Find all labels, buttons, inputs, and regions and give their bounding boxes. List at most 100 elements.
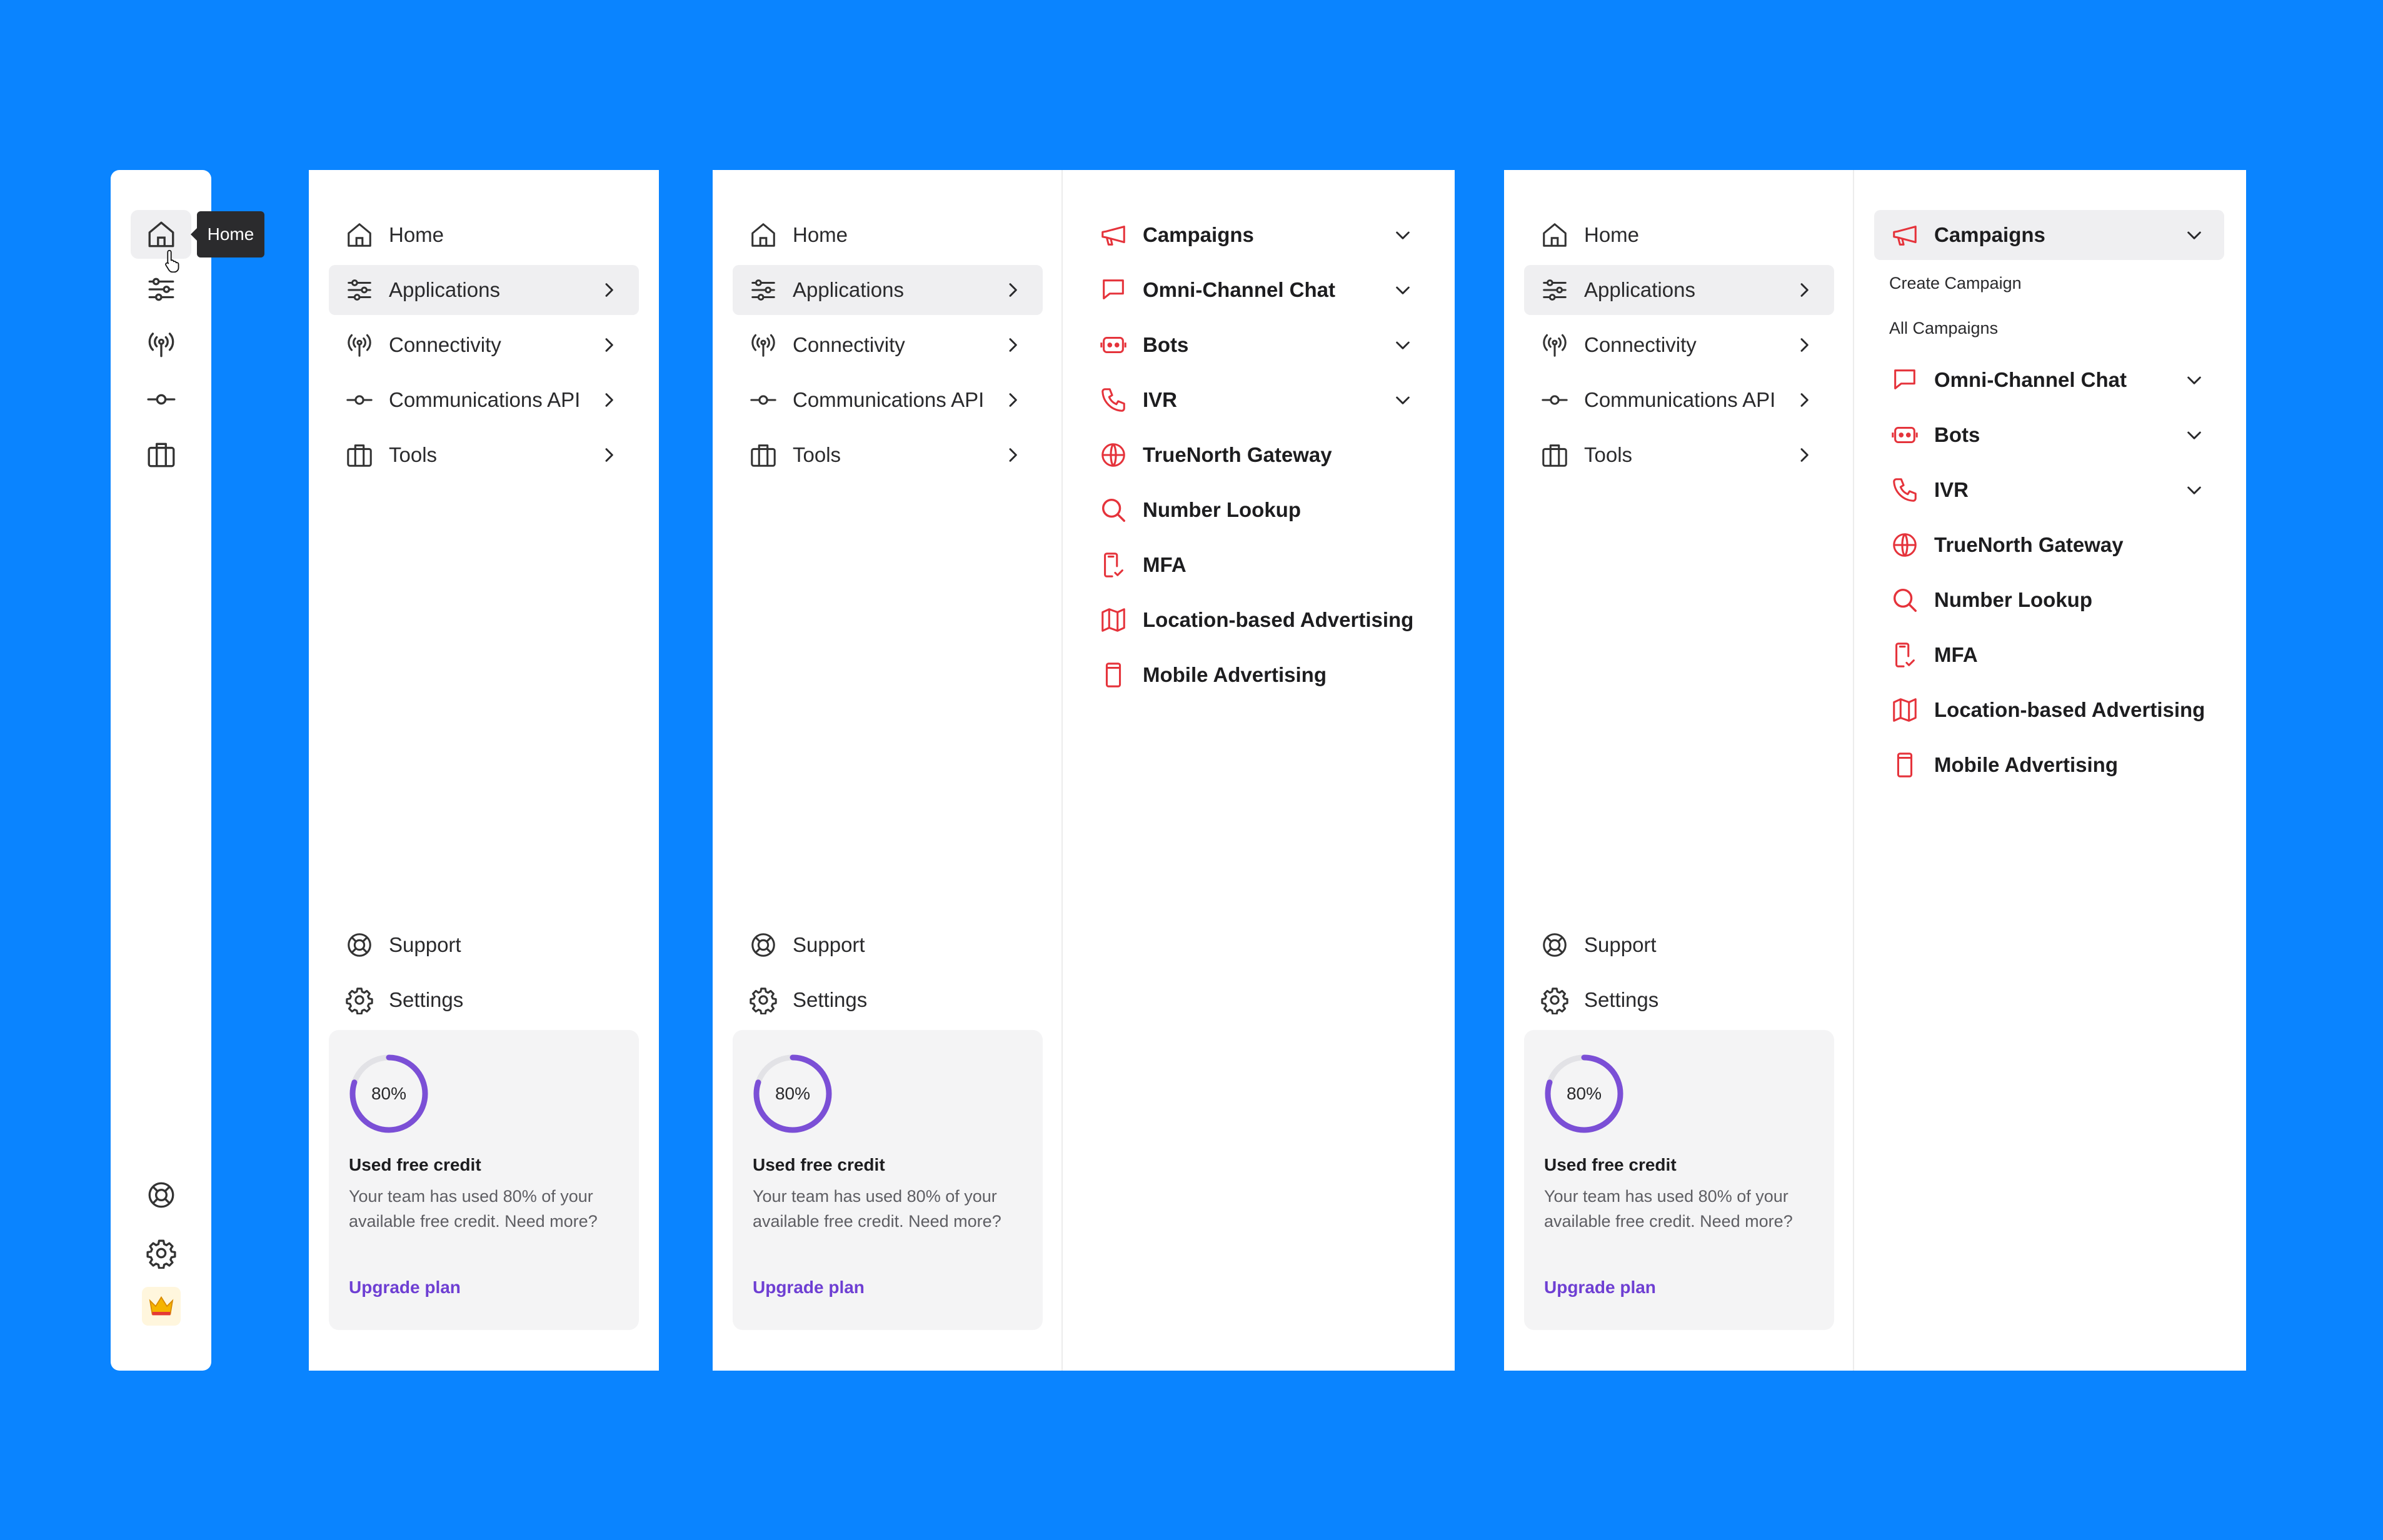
submenu-item-number-lookup[interactable]: Number Lookup [1083, 485, 1433, 535]
bot-icon [1099, 331, 1128, 359]
nav-item-applications[interactable]: Applications [329, 265, 639, 315]
chevron-right-icon [599, 280, 619, 300]
submenu-item-mfa[interactable]: MFA [1874, 630, 2224, 680]
commit-icon [1540, 386, 1569, 414]
nav-item-home[interactable]: Home [733, 210, 1043, 260]
submenu-item-campaigns[interactable]: Campaigns [1874, 210, 2224, 260]
credit-title: Used free credit [349, 1155, 481, 1174]
nav-item-tools[interactable]: Tools [733, 430, 1043, 480]
chevron-down-icon [1393, 280, 1413, 300]
chevron-right-icon [599, 335, 619, 355]
rail-communications-api-button[interactable] [131, 375, 191, 424]
credit-description: Your team has used 80% of your available… [1544, 1187, 1793, 1231]
globe-icon [1890, 531, 1919, 559]
nav-item-communications-api[interactable]: Communications API [329, 375, 639, 425]
home-icon [1540, 221, 1569, 249]
nav-item-communications-api[interactable]: Communications API [1524, 375, 1834, 425]
antenna-icon [749, 331, 778, 359]
submenu-item-omni-channel-chat[interactable]: Omni-Channel Chat [1083, 265, 1433, 315]
gear-icon [1540, 986, 1569, 1014]
briefcase-icon [345, 441, 374, 469]
mobile-icon [1099, 661, 1128, 689]
nav-item-tools[interactable]: Tools [329, 430, 639, 480]
credit-title: Used free credit [1544, 1155, 1677, 1174]
mobile-check-icon [1890, 641, 1919, 669]
nav-item-support[interactable]: Support [733, 920, 1043, 970]
lifebuoy-icon [1540, 931, 1569, 959]
nav-item-applications[interactable]: Applications [1524, 265, 1834, 315]
commit-icon [146, 384, 177, 415]
submenu-item-mobile-advertising[interactable]: Mobile Advertising [1874, 740, 2224, 790]
chevron-right-icon [1794, 335, 1814, 355]
credit-description: Your team has used 80% of your available… [349, 1187, 598, 1231]
rail-settings-button[interactable] [131, 1229, 191, 1278]
chevron-down-icon [2184, 370, 2204, 390]
submenu-item-mfa[interactable]: MFA [1083, 540, 1433, 590]
chevron-right-icon [599, 390, 619, 410]
upgrade-crown-button[interactable] [142, 1287, 181, 1326]
gear-icon [146, 1238, 177, 1269]
credit-title: Used free credit [753, 1155, 885, 1174]
free-credit-card: 80% Used free credit Your team has used … [1524, 1030, 1834, 1330]
campaigns-link-all-campaigns[interactable]: All Campaigns [1889, 319, 1998, 338]
submenu-item-omni-channel-chat[interactable]: Omni-Channel Chat [1874, 355, 2224, 405]
lifebuoy-icon [146, 1179, 177, 1211]
upgrade-plan-link[interactable]: Upgrade plan [753, 1278, 865, 1298]
nav-item-connectivity[interactable]: Connectivity [329, 320, 639, 370]
applications-submenu: Campaigns Create Campaign All Campaigns … [1854, 170, 2246, 1371]
nav-item-support[interactable]: Support [1524, 920, 1834, 970]
submenu-item-truenorth-gateway[interactable]: TrueNorth Gateway [1874, 520, 2224, 570]
submenu-item-location-based-advertising[interactable]: Location-based Advertising [1874, 685, 2224, 735]
rail-support-button[interactable] [131, 1171, 191, 1219]
submenu-item-ivr[interactable]: IVR [1874, 465, 2224, 515]
gear-icon [345, 986, 374, 1014]
nav-item-settings[interactable]: Settings [1524, 975, 1834, 1025]
nav-item-home[interactable]: Home [329, 210, 639, 260]
chevron-right-icon [1003, 335, 1023, 355]
nav-item-home[interactable]: Home [1524, 210, 1834, 260]
submenu-item-number-lookup[interactable]: Number Lookup [1874, 575, 2224, 625]
rail-tools-button[interactable] [131, 430, 191, 479]
megaphone-icon [1099, 221, 1128, 249]
nav-item-support[interactable]: Support [329, 920, 639, 970]
chat-bubble-icon [1099, 276, 1128, 304]
nav-item-tools[interactable]: Tools [1524, 430, 1834, 480]
submenu-item-truenorth-gateway[interactable]: TrueNorth Gateway [1083, 430, 1433, 480]
chevron-down-icon [2184, 480, 2204, 500]
briefcase-icon [1540, 441, 1569, 469]
submenu-item-bots[interactable]: Bots [1874, 410, 2224, 460]
upgrade-plan-link[interactable]: Upgrade plan [349, 1278, 461, 1298]
nav-item-connectivity[interactable]: Connectivity [1524, 320, 1834, 370]
nav-item-applications[interactable]: Applications [733, 265, 1043, 315]
sliders-icon [749, 276, 778, 304]
submenu-item-bots[interactable]: Bots [1083, 320, 1433, 370]
submenu-item-location-based-advertising[interactable]: Location-based Advertising [1083, 595, 1433, 645]
credit-percent: 80% [1566, 1084, 1602, 1103]
gear-icon [749, 986, 778, 1014]
bot-icon [1890, 421, 1919, 449]
chevron-right-icon [1003, 445, 1023, 465]
credit-percent: 80% [775, 1084, 811, 1103]
nav-item-settings[interactable]: Settings [733, 975, 1043, 1025]
sidebar-panel-applications-open: Home Applications Connectivity Communica… [713, 170, 1455, 1371]
briefcase-icon [146, 439, 177, 470]
lifebuoy-icon [345, 931, 374, 959]
upgrade-plan-link[interactable]: Upgrade plan [1544, 1278, 1656, 1298]
nav-item-settings[interactable]: Settings [329, 975, 639, 1025]
sidebar-panel-collapsed-submenu: Home Applications Connectivity Communica… [309, 170, 659, 1371]
nav-item-communications-api[interactable]: Communications API [733, 375, 1043, 425]
search-icon [1099, 496, 1128, 524]
applications-submenu: Campaigns Omni-Channel Chat Bots IVR Tru… [1063, 170, 1455, 1371]
campaigns-link-create-campaign[interactable]: Create Campaign [1889, 274, 2022, 293]
commit-icon [345, 386, 374, 414]
rail-connectivity-button[interactable] [131, 320, 191, 369]
commit-icon [749, 386, 778, 414]
chevron-right-icon [1794, 445, 1814, 465]
home-tooltip: Home [191, 211, 264, 258]
submenu-item-mobile-advertising[interactable]: Mobile Advertising [1083, 650, 1433, 700]
phone-icon [1890, 476, 1919, 504]
nav-item-connectivity[interactable]: Connectivity [733, 320, 1043, 370]
submenu-item-campaigns[interactable]: Campaigns [1083, 210, 1433, 260]
sliders-icon [146, 274, 177, 305]
submenu-item-ivr[interactable]: IVR [1083, 375, 1433, 425]
